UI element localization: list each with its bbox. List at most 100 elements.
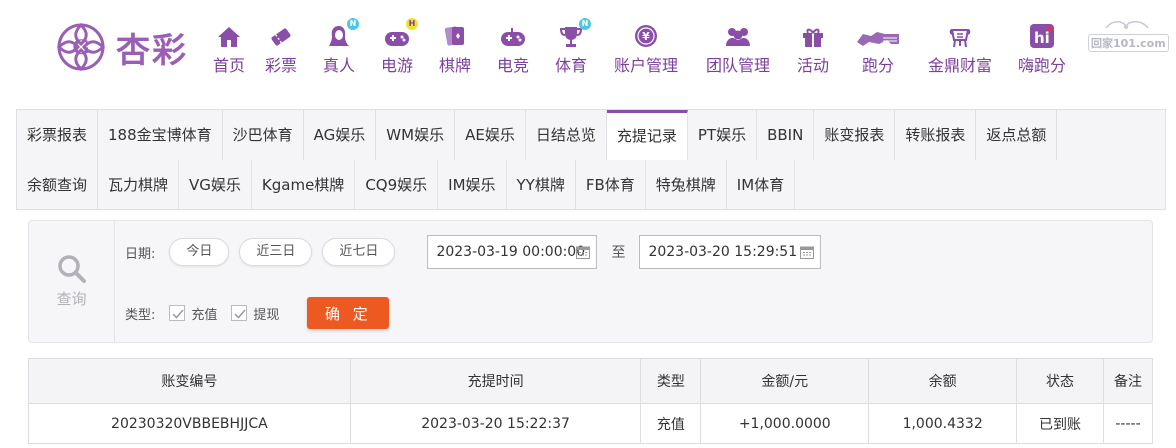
report-tab[interactable]: WM娱乐 [376, 110, 456, 160]
nav-sports[interactable]: N 体育 [542, 18, 600, 76]
check-icon [172, 309, 184, 319]
nav-promotions[interactable]: 活动 [784, 22, 842, 76]
report-tab[interactable]: Kgame棋牌 [252, 160, 356, 210]
calendar-icon[interactable] [576, 245, 591, 259]
nav-cards[interactable]: 棋牌 [426, 22, 484, 76]
table-header-row: 账变编号 充提时间 类型 金额/元 余额 状态 备注 [28, 358, 1154, 404]
to-label: 至 [611, 245, 626, 261]
search-icon [57, 255, 86, 283]
table-row[interactable]: 20230320VBBEBHJJCA 2023-03-20 15:22:37 充… [28, 403, 1154, 444]
report-tab[interactable]: BBIN [757, 110, 815, 160]
last-7-days-button[interactable]: 近七日 [322, 238, 396, 266]
gift-icon [802, 22, 824, 48]
col-transaction-id[interactable]: 账变编号 [28, 358, 351, 404]
type-label: 类型: [125, 307, 156, 323]
report-tab[interactable]: YY棋牌 [507, 160, 576, 210]
cell-type: 充值 [640, 403, 702, 444]
cell-status: 已到账 [1016, 403, 1104, 444]
nav-lottery[interactable]: 彩票 [252, 22, 310, 76]
search-label: 查询 [56, 290, 87, 308]
nav-hi-run-score[interactable]: hi 嗨跑分 [1006, 22, 1078, 76]
cards-icon [444, 22, 466, 48]
watermark-text: 回家101.com [1088, 34, 1169, 52]
check-icon [234, 309, 246, 319]
withdraw-checkbox[interactable]: 提现 [231, 304, 279, 323]
report-tab[interactable]: CQ9娱乐 [355, 160, 439, 210]
report-tab[interactable]: FB体育 [576, 160, 646, 210]
cell-amount: +1,000.0000 [700, 403, 870, 444]
today-button[interactable]: 今日 [169, 238, 230, 266]
deposit-checkbox[interactable]: 充值 [169, 304, 217, 323]
col-remark[interactable]: 备注 [1102, 358, 1154, 404]
cell-balance: 1,000.4332 [868, 403, 1018, 444]
report-tab[interactable]: IM体育 [727, 160, 796, 210]
col-time[interactable]: 充提时间 [349, 358, 642, 404]
logo-flower-icon: G [56, 22, 106, 72]
tab-row: 余额查询 瓦力棋牌 VG娱乐 Kgame棋牌 CQ9娱乐 IM娱乐 YY棋牌 FB体育 特兔棋牌… [17, 160, 1165, 210]
start-date-field[interactable]: 2023-03-19 00:00:00 [427, 235, 598, 269]
trophy-icon: N [559, 18, 591, 48]
home-icon [217, 22, 241, 48]
nav-esports[interactable]: 电竞 [484, 22, 542, 76]
report-tab[interactable]: 彩票报表 [17, 110, 99, 160]
yen-coin-icon: ¥ [634, 22, 658, 48]
report-tab[interactable]: 瓦力棋牌 [98, 160, 180, 210]
nav-jinding-wealth[interactable]: 金鼎财富 [914, 22, 1006, 76]
col-balance[interactable]: 余额 [868, 358, 1018, 404]
deposit-label: 充值 [191, 307, 218, 323]
report-tab[interactable]: 充提记录 [606, 110, 688, 160]
nav-badge: H [406, 18, 418, 30]
live-dealer-icon: N [327, 18, 359, 48]
lottery-ticket-icon [269, 22, 293, 48]
nav-slots[interactable]: H 电游 [368, 18, 426, 76]
date-label: 日期: [125, 246, 156, 262]
nav-live[interactable]: N 真人 [310, 18, 368, 76]
type-row: 类型: 充值 提现 确 定 [125, 297, 390, 329]
end-date-value: 2023-03-20 15:29:51 [648, 244, 798, 260]
tripod-icon [948, 22, 972, 48]
nav-account[interactable]: ¥ 账户管理 [600, 22, 692, 76]
checkbox-box[interactable] [231, 305, 248, 321]
hi-app-icon: hi [1030, 22, 1054, 48]
slot-gamepad-icon: H [384, 18, 418, 48]
end-date-field[interactable]: 2023-03-20 15:29:51 [639, 235, 822, 269]
checkbox-box[interactable] [169, 305, 186, 321]
nav-home[interactable]: 首页 [206, 22, 252, 76]
nav-badge: N [347, 18, 359, 30]
nav-run-score[interactable]: 跑分 [842, 22, 914, 76]
svg-text:G: G [72, 35, 89, 59]
report-tab[interactable]: 沙巴体育 [223, 110, 304, 160]
tab-row: 彩票报表 188金宝博体育 沙巴体育 AG娱乐 WM娱乐 AE娱乐 日结总览 充提记录 PT娱乐… [17, 110, 1165, 160]
report-tab[interactable]: 转账报表 [895, 110, 977, 160]
svg-text:hi: hi [1034, 29, 1050, 47]
cell-remark: ----- [1102, 403, 1154, 444]
last-3-days-button[interactable]: 近三日 [239, 238, 313, 266]
col-amount[interactable]: 金额/元 [700, 358, 870, 404]
main-nav: 首页 彩票 N 真人 H 电游 棋牌 电竞 N 体育 ¥ 账户管理 团队管理 活… [206, 18, 1078, 76]
report-tab[interactable]: 余额查询 [17, 160, 99, 210]
nav-team[interactable]: 团队管理 [692, 22, 784, 76]
top-header: G 杏彩 首页 彩票 N 真人 H 电游 棋牌 电竞 N 体育 ¥ 账户管理 团… [0, 0, 1176, 90]
report-tab[interactable]: 188金宝博体育 [98, 110, 223, 160]
report-tab[interactable]: 特兔棋牌 [646, 160, 727, 210]
report-tabs: 彩票报表 188金宝博体育 沙巴体育 AG娱乐 WM娱乐 AE娱乐 日结总览 充提记录 PT娱乐… [16, 109, 1166, 210]
report-tab[interactable]: PT娱乐 [688, 110, 758, 160]
report-tab[interactable]: 日结总览 [526, 110, 607, 160]
svg-text:¥: ¥ [642, 30, 650, 43]
search-section: 查询 [29, 221, 115, 342]
brand-logo[interactable]: G 杏彩 [52, 18, 188, 76]
report-tab[interactable]: 账变报表 [814, 110, 896, 160]
withdraw-label: 提现 [253, 307, 280, 323]
col-status[interactable]: 状态 [1016, 358, 1104, 404]
calendar-icon[interactable] [800, 245, 815, 259]
confirm-button[interactable]: 确 定 [307, 297, 390, 329]
report-tab[interactable]: VG娱乐 [179, 160, 252, 210]
team-icon [724, 22, 752, 48]
cell-time: 2023-03-20 15:22:37 [349, 403, 642, 444]
nav-badge: N [579, 18, 591, 30]
col-type[interactable]: 类型 [640, 358, 702, 404]
report-tab[interactable]: 返点总额 [976, 110, 1058, 160]
report-tab[interactable]: AE娱乐 [455, 110, 526, 160]
report-tab[interactable]: AG娱乐 [304, 110, 377, 160]
report-tab[interactable]: IM娱乐 [438, 160, 507, 210]
